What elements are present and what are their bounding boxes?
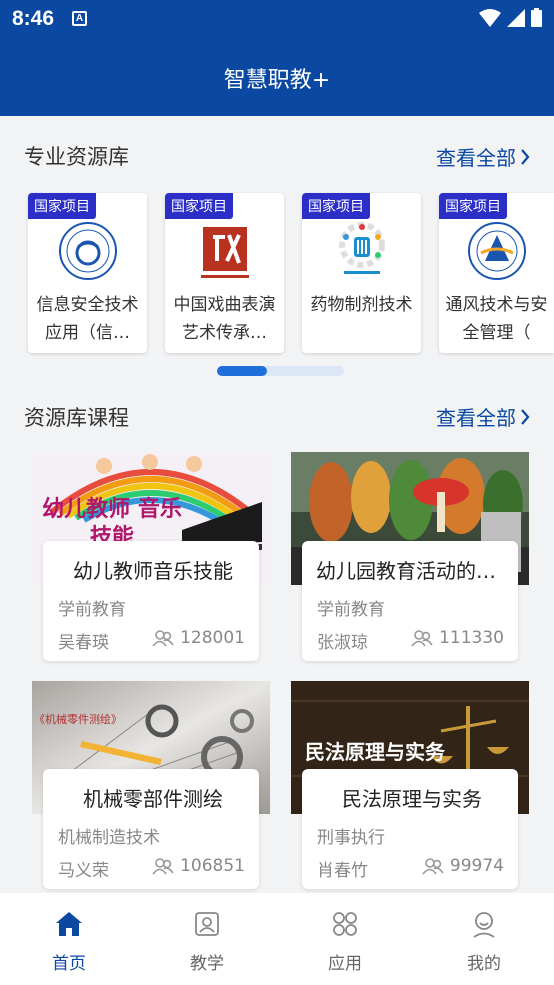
course-banner-text: 民法原理与实务 — [305, 740, 445, 764]
resource-card[interactable]: 国家项目 通风技术与安全管理（ — [439, 193, 554, 353]
resource-name: 中国戏曲表演艺术传承… — [173, 295, 276, 343]
resource-see-all-label: 查看全部 — [436, 146, 516, 170]
course-card[interactable]: 民法原理与实务 刑事执行 肖春竹 99974 — [302, 769, 518, 889]
course-learner-count: 128001 — [152, 628, 245, 648]
profile-icon — [473, 912, 495, 938]
signal-icon — [507, 8, 525, 27]
course-title: 幼儿园教育活动的… — [316, 559, 496, 583]
learner-count-value: 111330 — [439, 628, 504, 648]
app-title: 智慧职教+ — [223, 68, 331, 93]
tab-profile[interactable]: 我的 — [439, 907, 529, 974]
status-time: 8:46 — [12, 7, 55, 30]
national-project-tag: 国家项目 — [165, 193, 233, 219]
course-banner-text: 《机械零件测绘》 — [34, 713, 122, 726]
chevron-right-icon — [521, 408, 530, 425]
tab-label: 教学 — [190, 954, 224, 974]
resource-card[interactable]: 国家项目 中国戏曲表演艺术传承… — [165, 193, 284, 353]
course-category: 刑事执行 — [317, 828, 385, 848]
status-icons — [479, 8, 542, 27]
national-project-tag: 国家项目 — [28, 193, 96, 219]
course-see-all-link[interactable]: 查看全部 — [436, 402, 530, 431]
resource-card[interactable]: 国家项目 药物制剂技术 — [302, 193, 421, 353]
tab-label: 应用 — [328, 954, 362, 974]
wifi-icon — [479, 8, 501, 27]
carousel-indicator — [217, 366, 344, 376]
opera-seal-logo-icon — [200, 227, 249, 278]
chevron-right-icon — [521, 148, 530, 165]
notification-icon: A — [72, 11, 87, 26]
battery-icon — [531, 8, 542, 27]
course-card[interactable]: 机械零部件测绘 机械制造技术 马义荣 106851 — [43, 769, 259, 889]
infosec-logo-icon — [58, 222, 117, 280]
app-header: 8:46 A 智慧职教+ — [0, 0, 554, 116]
resource-see-all-link[interactable]: 查看全部 — [436, 142, 530, 171]
course-category: 学前教育 — [317, 600, 385, 620]
carousel-indicator-active — [217, 366, 267, 376]
course-section-title: 资源库课程 — [24, 406, 129, 430]
tab-label: 首页 — [52, 954, 86, 974]
learners-icon — [152, 630, 174, 647]
course-teacher: 马义荣 — [58, 861, 109, 881]
learners-icon — [152, 858, 174, 875]
learner-count-value: 106851 — [180, 856, 245, 876]
resource-name: 药物制剂技术 — [310, 295, 413, 315]
course-card[interactable]: 幼儿园教育活动的… 学前教育 张淑琼 111330 — [302, 541, 518, 661]
course-category: 机械制造技术 — [58, 828, 160, 848]
resource-name: 信息安全技术应用（信… — [36, 295, 139, 343]
tab-apps[interactable]: 应用 — [300, 907, 390, 974]
course-see-all-label: 查看全部 — [436, 406, 516, 430]
course-category: 学前教育 — [58, 600, 126, 620]
course-teacher: 肖春竹 — [317, 861, 368, 881]
tab-label: 我的 — [467, 954, 501, 974]
teaching-icon — [195, 912, 219, 936]
apps-icon — [333, 912, 357, 936]
learners-icon — [411, 630, 433, 647]
course-title: 幼儿教师音乐技能 — [73, 559, 233, 583]
resource-name: 通风技术与安全管理（ — [445, 295, 548, 343]
tab-teaching[interactable]: 教学 — [162, 907, 252, 974]
home-icon — [56, 912, 82, 936]
course-title: 机械零部件测绘 — [83, 787, 223, 811]
resource-section-title: 专业资源库 — [24, 145, 129, 169]
national-project-tag: 国家项目 — [439, 193, 507, 219]
course-teacher: 张淑琼 — [317, 633, 368, 653]
learner-count-value: 99974 — [449, 856, 504, 876]
ventilation-logo-icon — [467, 222, 526, 280]
learners-icon — [422, 858, 444, 875]
course-card[interactable]: 幼儿教师音乐技能 学前教育 吴春瑛 128001 — [43, 541, 259, 661]
course-teacher: 吴春瑛 — [58, 633, 109, 653]
course-learner-count: 111330 — [411, 628, 504, 648]
tab-home[interactable]: 首页 — [24, 907, 114, 974]
learner-count-value: 128001 — [180, 628, 245, 648]
course-learner-count: 99974 — [422, 856, 504, 876]
course-title: 民法原理与实务 — [342, 787, 482, 811]
pharmacy-logo-icon — [338, 222, 385, 274]
national-project-tag: 国家项目 — [302, 193, 370, 219]
course-learner-count: 106851 — [152, 856, 245, 876]
bottom-tab-bar: 首页 教学 应用 我的 — [0, 893, 554, 985]
resource-card[interactable]: 国家项目 信息安全技术应用（信… — [28, 193, 147, 353]
